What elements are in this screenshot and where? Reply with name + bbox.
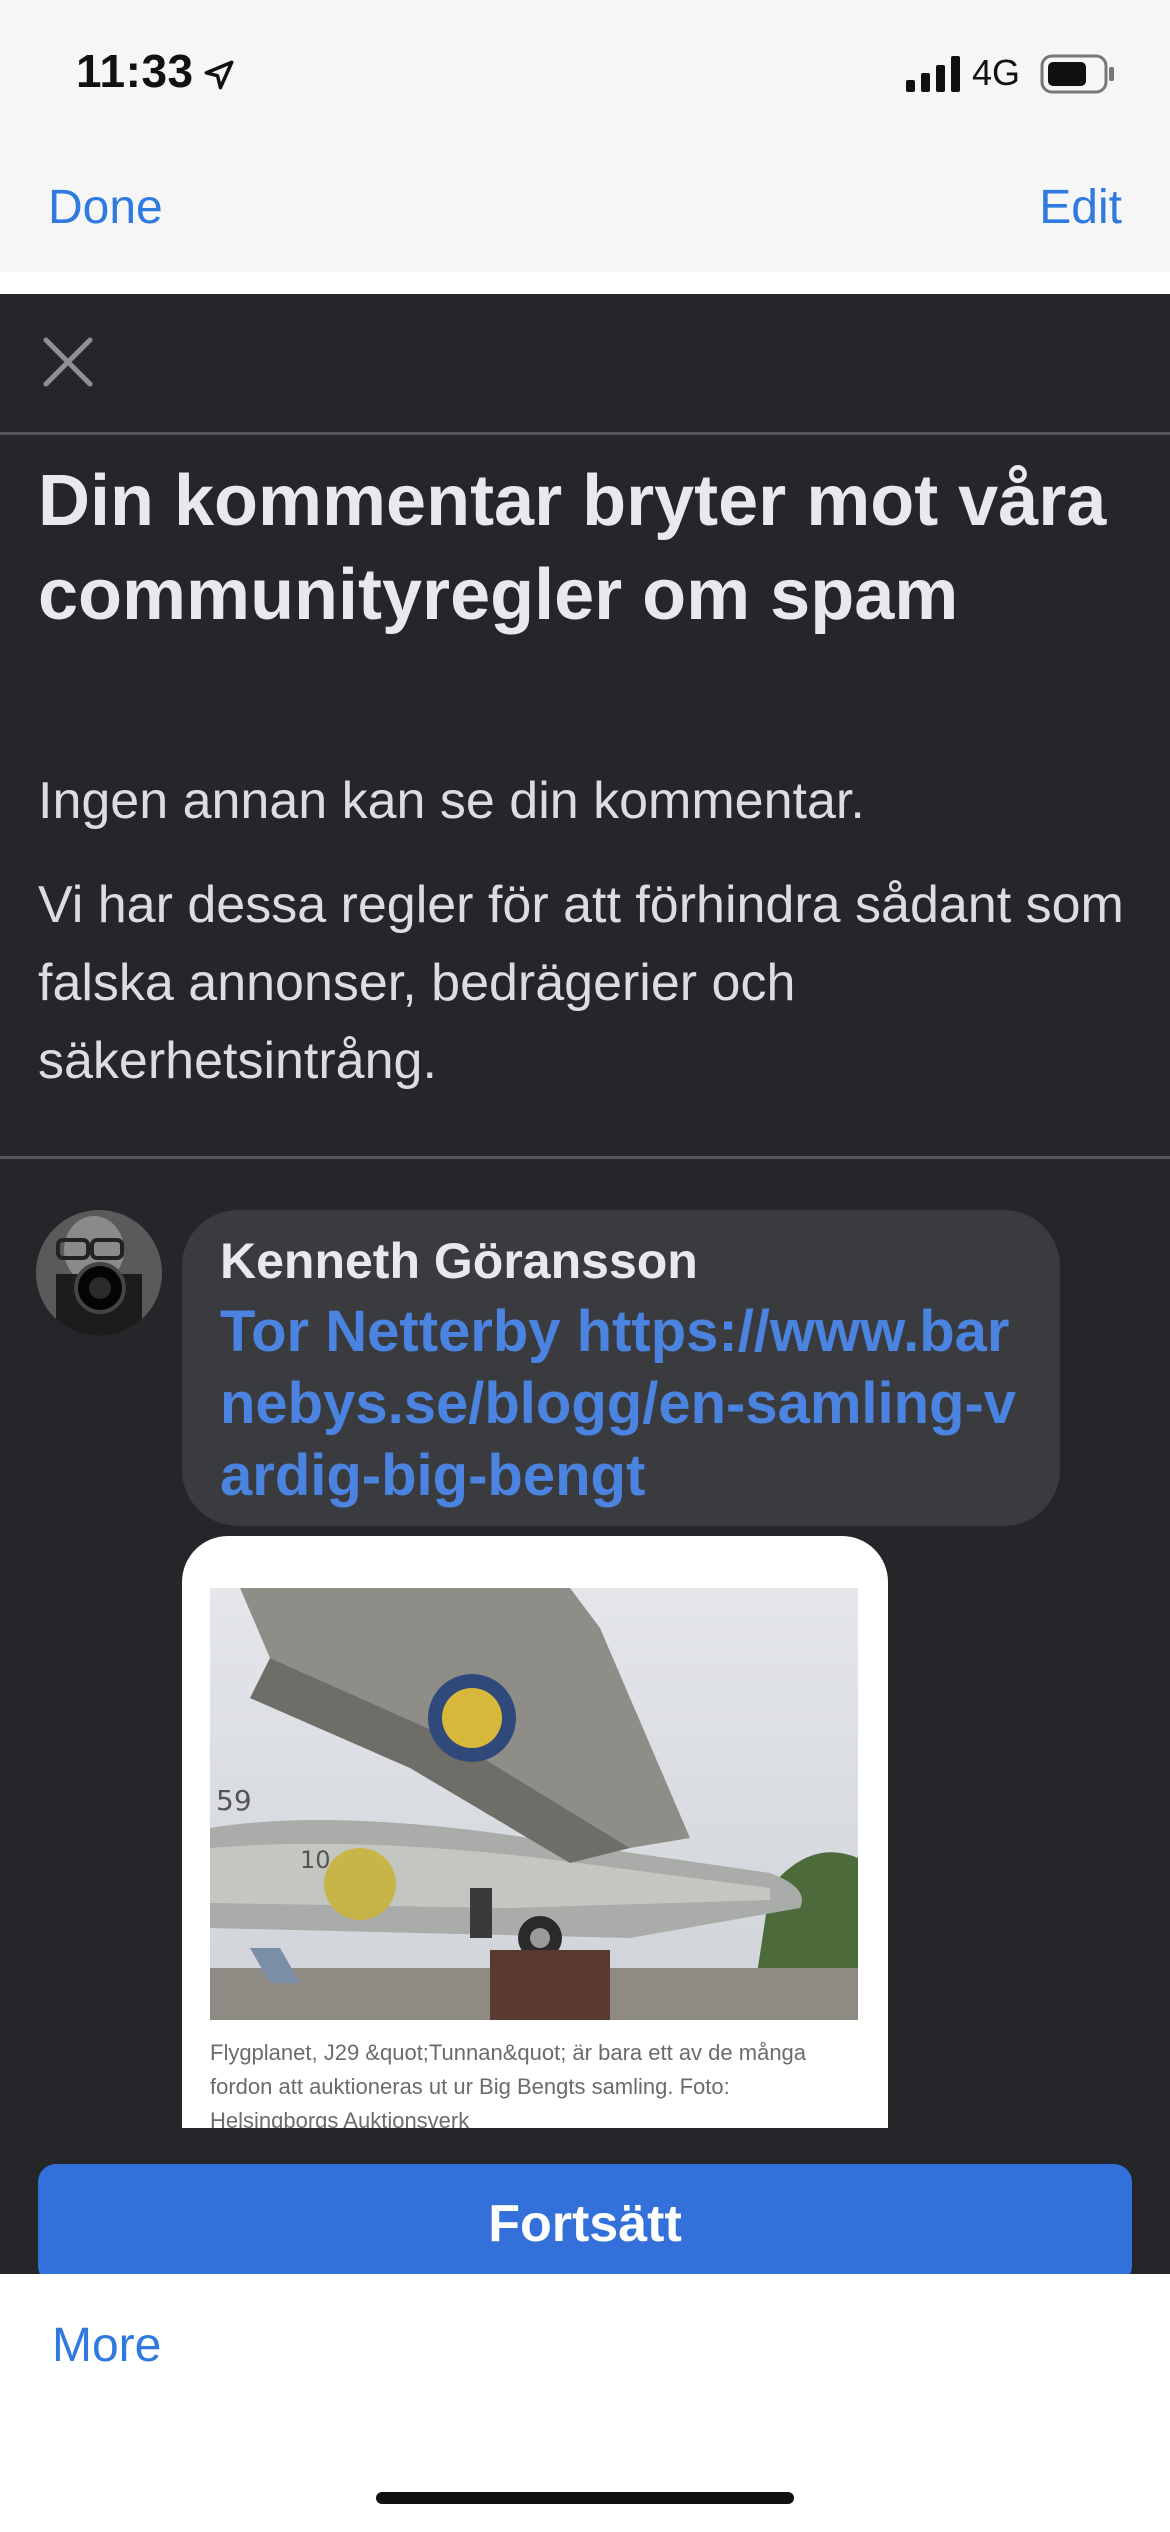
modal-subtext-reason: Vi har dessa regler för att förhindra så… <box>38 876 1124 1090</box>
more-button[interactable]: More <box>52 2318 161 2373</box>
avatar[interactable] <box>36 1210 162 1336</box>
modal-subtext-visibility: Ingen annan kan se din kommentar. <box>38 772 865 830</box>
svg-text:10: 10 <box>300 1846 331 1874</box>
location-arrow-icon <box>204 60 234 90</box>
continue-button[interactable]: Fortsätt <box>38 2164 1132 2284</box>
home-indicator[interactable] <box>376 2492 794 2504</box>
divider <box>0 432 1170 435</box>
modal-headline: Din kommentar bryter mot våra communityr… <box>38 461 1107 635</box>
preview-caption: Flygplanet, J29 &quot;Tunnan&quot; är ba… <box>210 2040 807 2128</box>
comment-text[interactable]: Tor Netterby https://www.barnebys.se/blo… <box>220 1296 1040 1512</box>
network-type: 4G <box>972 52 1021 93</box>
status-time: 11:33 <box>76 45 194 97</box>
divider <box>0 1156 1170 1159</box>
nav-bar: Done Edit <box>0 150 1170 274</box>
avatar-photo-icon <box>36 1210 162 1336</box>
battery-icon <box>1040 54 1114 94</box>
status-bar: 11:33 4G <box>0 0 1170 150</box>
preview-image: 59 10 <box>210 1588 858 2020</box>
comment-bubble[interactable]: Kenneth Göransson Tor Netterby https://w… <box>182 1210 1060 1526</box>
svg-text:59: 59 <box>216 1784 252 1817</box>
close-icon[interactable] <box>40 334 96 390</box>
bottom-sheet: More <box>0 2274 1170 2532</box>
screen: 11:33 4G Done Edit Din kommentar bryter … <box>0 0 1170 2532</box>
link-preview-card[interactable]: 59 10 Flygplanet, J29 &quot;Tunnan&quot;… <box>182 1536 888 2128</box>
edit-button[interactable]: Edit <box>1039 180 1122 235</box>
spam-notice-modal: Din kommentar bryter mot våra communityr… <box>0 294 1170 2284</box>
content-gap <box>0 272 1170 294</box>
done-button[interactable]: Done <box>48 180 163 235</box>
signal-icon <box>906 56 960 92</box>
comment-author[interactable]: Kenneth Göransson <box>220 1232 698 1290</box>
